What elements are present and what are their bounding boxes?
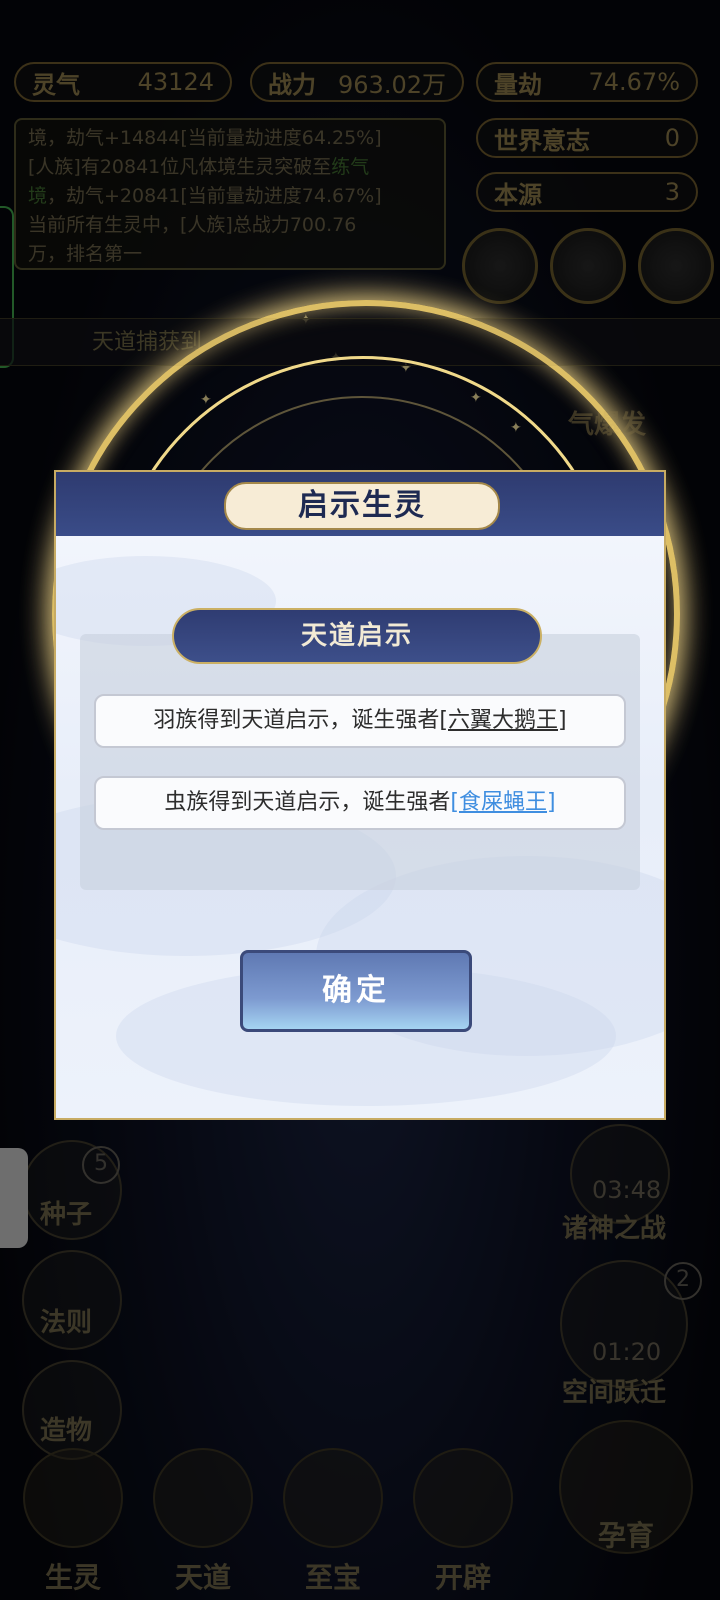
panel-subtitle: 天道启示 xyxy=(172,608,542,664)
dialog-title: 启示生灵 xyxy=(224,482,500,530)
hero-name-link[interactable]: [六翼大鹅王] xyxy=(439,708,566,733)
revelation-item: 羽族得到天道启示，诞生强者[六翼大鹅王] xyxy=(94,694,626,748)
revelation-panel xyxy=(80,634,640,890)
revelation-text: 虫族得到天道启示，诞生强者 xyxy=(164,790,451,815)
revelation-dialog: 启示生灵 天道启示 羽族得到天道启示，诞生强者[六翼大鹅王] 虫族得到天道启示，… xyxy=(54,470,666,1120)
revelation-text: 羽族得到天道启示，诞生强者 xyxy=(153,708,440,733)
hero-name-link[interactable]: [食屎蝇王] xyxy=(450,790,555,815)
revelation-item: 虫族得到天道启示，诞生强者[食屎蝇王] xyxy=(94,776,626,830)
confirm-button[interactable]: 确定 xyxy=(240,950,472,1032)
